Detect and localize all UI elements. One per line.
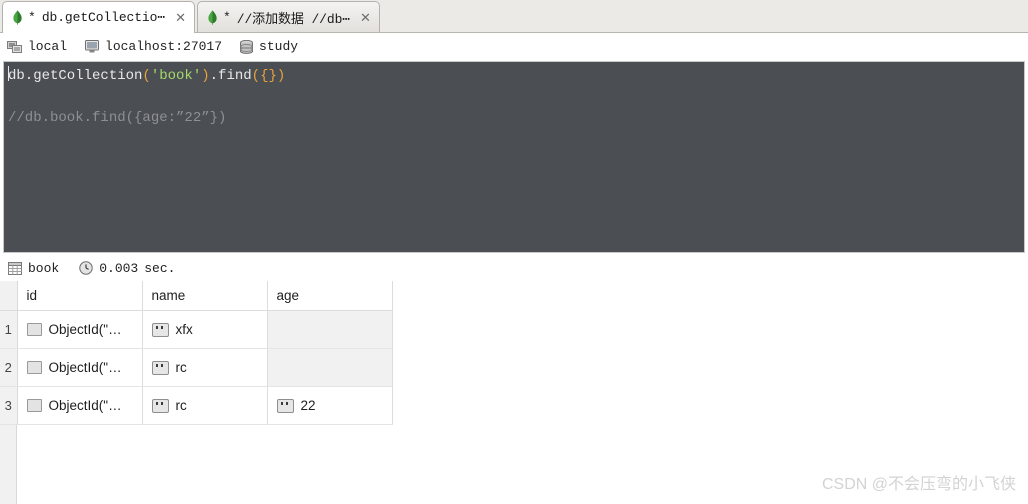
- tab-dirty-marker: *: [222, 9, 231, 25]
- breadcrumb-server[interactable]: local: [7, 39, 67, 54]
- editor-line-1: db.getCollection('book').find({}): [8, 66, 1024, 87]
- object-icon: [26, 399, 42, 412]
- clock-icon: [79, 261, 93, 275]
- mongodb-leaf-icon: [13, 10, 22, 25]
- code-token: .find: [209, 68, 252, 84]
- table-row[interactable]: 2 ObjectId("… rc: [0, 348, 393, 387]
- cell-age[interactable]: [267, 348, 393, 387]
- cell-value: xfx: [175, 322, 193, 337]
- cell-value: ObjectId("…: [48, 322, 122, 337]
- cell-value: rc: [175, 360, 187, 375]
- cell-name[interactable]: rc: [142, 386, 268, 425]
- tab-bar: * db.getCollectio⋯ ✕ * //添加数据 //db⋯ ✕: [0, 0, 1028, 33]
- cell-id[interactable]: ObjectId("…: [17, 348, 143, 387]
- cell-name[interactable]: xfx: [142, 310, 268, 349]
- result-timing-value: 0.003: [99, 260, 139, 276]
- cell-id[interactable]: ObjectId("…: [17, 310, 143, 349]
- corner-cell: [0, 281, 18, 311]
- server-icon: [7, 40, 22, 53]
- mongodb-leaf-icon: [208, 9, 217, 25]
- cell-name[interactable]: rc: [142, 348, 268, 387]
- result-table: id name age 1 ObjectId("… xfx 2 ObjectId…: [0, 281, 393, 425]
- tab-close-icon[interactable]: ✕: [175, 11, 186, 24]
- code-token: db.getCollection: [8, 68, 143, 84]
- table-row[interactable]: 1 ObjectId("… xfx: [0, 310, 393, 349]
- query-editor[interactable]: db.getCollection('book').find({}) //db.b…: [3, 61, 1025, 253]
- table-header-row: id name age: [0, 281, 393, 311]
- row-number: 3: [0, 386, 18, 425]
- row-number: 1: [0, 310, 18, 349]
- result-status-bar: book 0.003 sec.: [0, 256, 1028, 280]
- string-icon: [151, 360, 169, 375]
- editor-line-2: [8, 87, 1024, 108]
- string-icon: [151, 322, 169, 337]
- table-row[interactable]: 3 ObjectId("… rc 22: [0, 386, 393, 425]
- breadcrumb-database[interactable]: study: [240, 39, 298, 54]
- tab-query-1[interactable]: * db.getCollectio⋯ ✕: [2, 1, 195, 33]
- cell-age[interactable]: 22: [267, 386, 393, 425]
- tab-close-icon[interactable]: ✕: [360, 11, 371, 24]
- breadcrumb-host-label: localhost:27017: [105, 39, 223, 54]
- code-token: (: [251, 68, 261, 84]
- breadcrumb-database-label: study: [259, 39, 299, 54]
- row-number: 2: [0, 348, 18, 387]
- column-header-id[interactable]: id: [17, 281, 143, 311]
- code-token: 'book': [150, 68, 202, 84]
- column-header-name[interactable]: name: [142, 281, 268, 311]
- cell-value: rc: [175, 398, 187, 413]
- tab-query-2[interactable]: * //添加数据 //db⋯ ✕: [196, 1, 380, 32]
- monitor-icon: [85, 40, 100, 53]
- editor-line-3: //db.book.find({age:”22”}): [8, 108, 1024, 129]
- tab-label: db.getCollectio⋯: [41, 10, 166, 25]
- breadcrumb-server-label: local: [28, 39, 68, 54]
- code-token: ): [201, 68, 210, 84]
- string-icon: [151, 398, 169, 413]
- code-token: ): [276, 68, 286, 84]
- object-icon: [26, 323, 42, 336]
- result-collection-label: book: [28, 260, 60, 276]
- cell-id[interactable]: ObjectId("…: [17, 386, 143, 425]
- cell-age[interactable]: [267, 310, 393, 349]
- cell-value: ObjectId("…: [48, 398, 122, 413]
- string-icon: [276, 398, 294, 413]
- cell-value: ObjectId("…: [48, 360, 122, 375]
- database-icon: [240, 39, 254, 54]
- code-comment: //db.book.find({age:”22”}): [8, 110, 227, 126]
- grid-icon: [8, 261, 22, 275]
- result-timing: 0.003 sec.: [79, 261, 175, 276]
- breadcrumb-host[interactable]: localhost:27017: [85, 39, 222, 54]
- code-token: {}: [260, 68, 277, 84]
- code-token: (: [142, 68, 151, 84]
- object-icon: [26, 361, 42, 374]
- result-timing-unit: sec.: [144, 260, 176, 276]
- cell-value: 22: [300, 398, 316, 413]
- column-header-age[interactable]: age: [267, 281, 393, 311]
- watermark: CSDN @不会压弯的小飞侠: [821, 476, 1016, 493]
- result-collection: book: [8, 261, 59, 276]
- tab-dirty-marker: *: [28, 10, 36, 25]
- tab-label: //添加数据 //db⋯: [236, 11, 351, 27]
- connection-breadcrumb: local localhost:27017 study: [0, 33, 1028, 60]
